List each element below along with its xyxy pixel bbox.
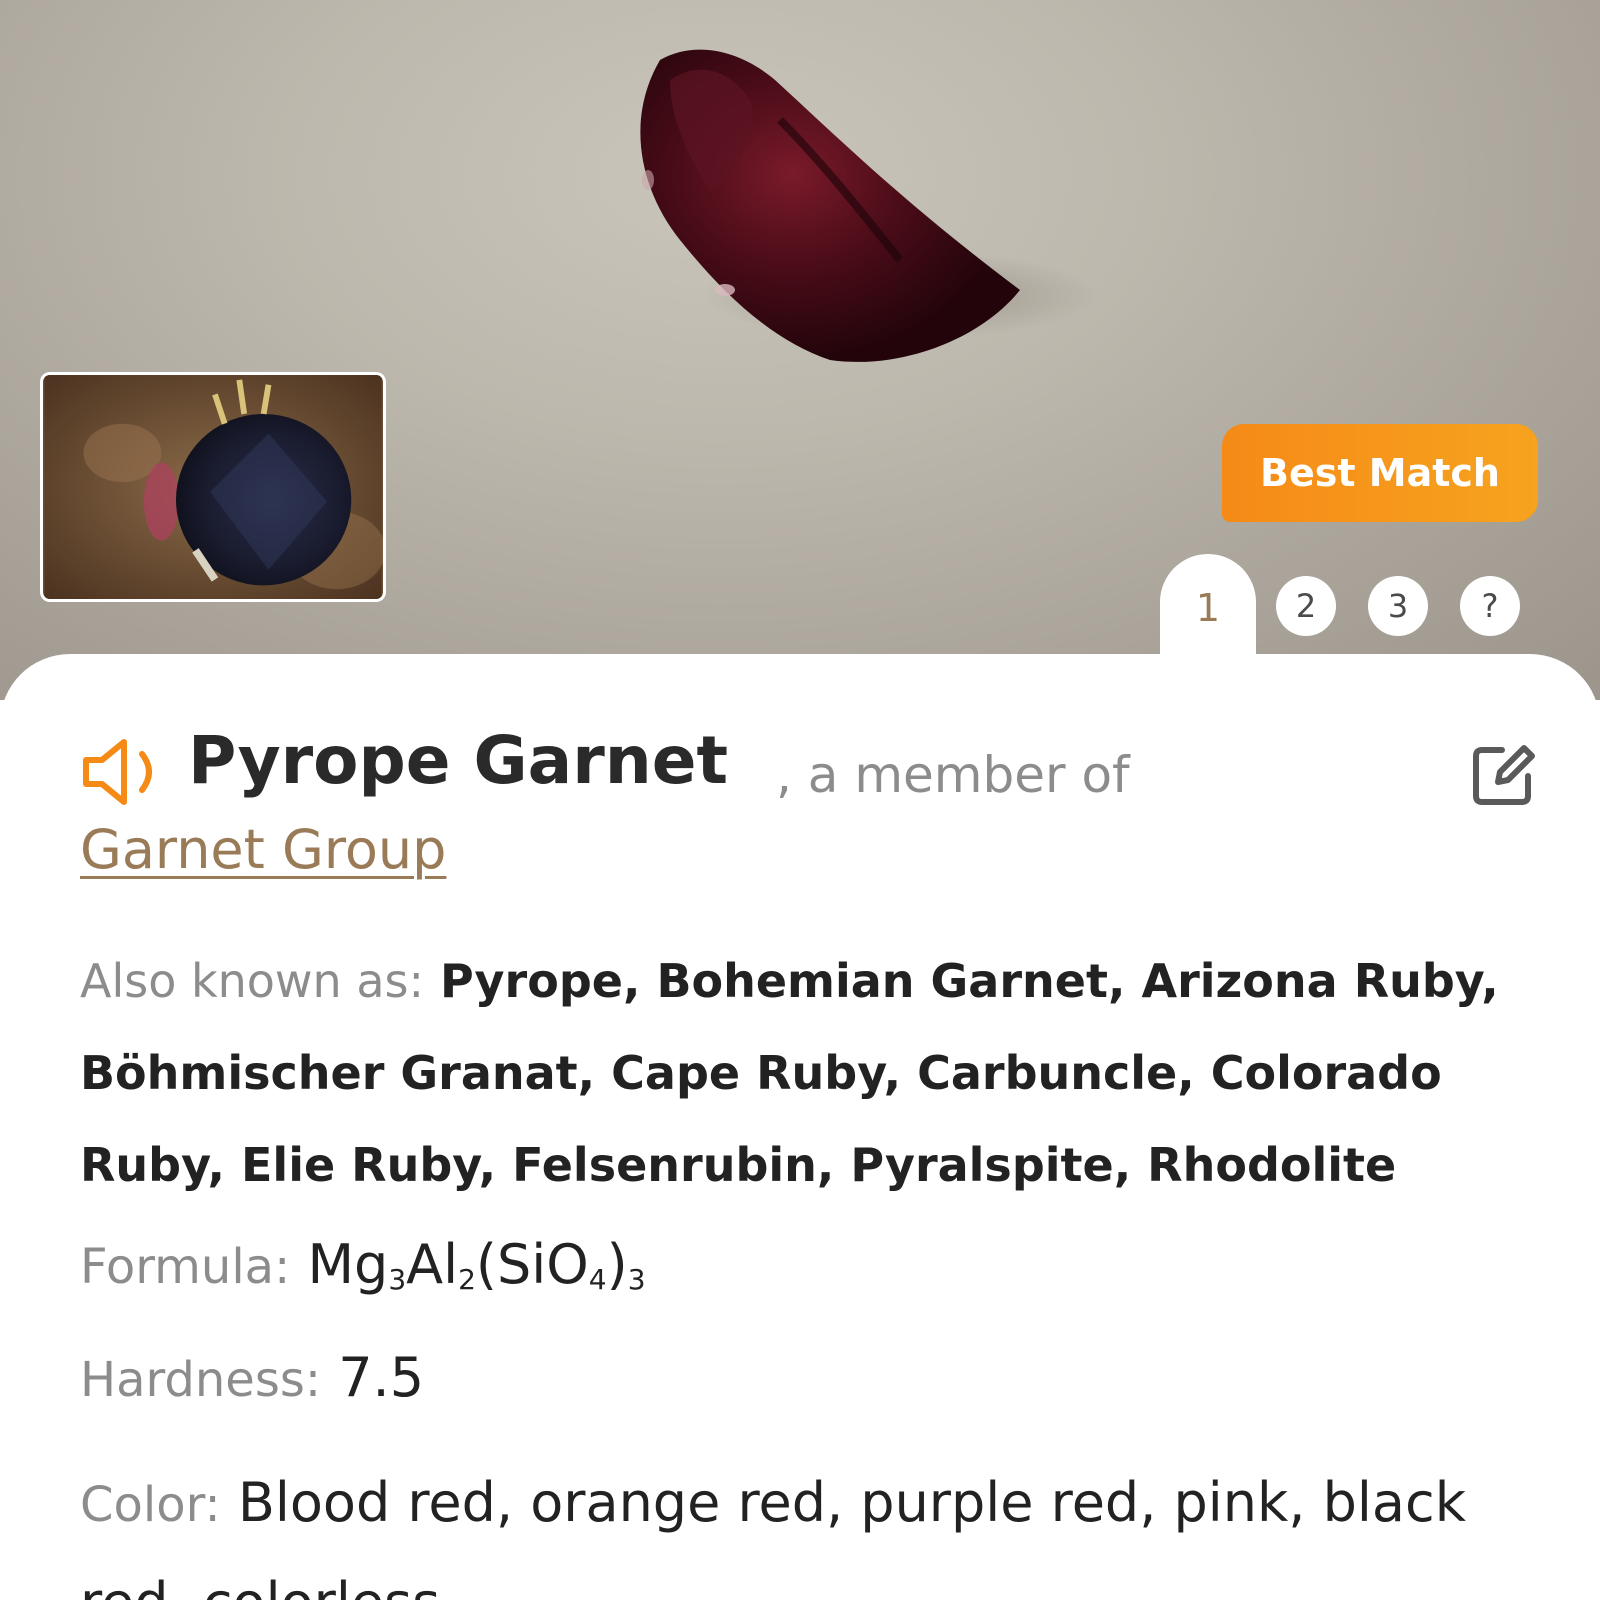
color-value: Blood red, orange red, purple red, pink,…	[80, 1471, 1466, 1600]
garnet-stone-image	[640, 49, 1020, 362]
color-row: Color: Blood red, orange red, purple red…	[80, 1454, 1550, 1600]
match-tab-unknown[interactable]: ?	[1460, 576, 1520, 636]
best-match-label: Best Match	[1260, 451, 1500, 495]
hardness-row: Hardness: 7.5	[80, 1338, 1550, 1420]
user-photo-image	[44, 375, 383, 599]
member-of-text: , a member of	[776, 746, 1130, 804]
hardness-label: Hardness:	[80, 1352, 322, 1408]
match-tab-unknown-label: ?	[1481, 587, 1499, 625]
identification-result-screen: Best Match 1 2 3 ? Pyrope Garnet , a mem…	[0, 0, 1600, 1600]
match-tab-1[interactable]: 1	[1160, 554, 1256, 674]
formula-label: Formula:	[80, 1239, 291, 1295]
mineral-name: Pyrope Garnet	[188, 722, 729, 799]
match-tab-3[interactable]: 3	[1368, 576, 1428, 636]
match-tab-1-label: 1	[1195, 586, 1221, 630]
also-known-as-row: Also known as: Pyrope, Bohemian Garnet, …	[80, 935, 1550, 1211]
match-tab-2[interactable]: 2	[1276, 576, 1336, 636]
user-photo-thumbnail[interactable]	[40, 372, 386, 602]
hardness-value: 7.5	[338, 1346, 425, 1409]
result-title-row: Pyrope Garnet , a member of	[80, 722, 1540, 822]
color-label: Color:	[80, 1477, 221, 1533]
match-tab-2-label: 2	[1295, 587, 1317, 625]
best-match-badge: Best Match	[1222, 424, 1538, 522]
edit-icon[interactable]	[1468, 740, 1538, 810]
match-tabs: 1 2 3 ?	[0, 554, 1600, 674]
speaker-icon[interactable]	[80, 732, 166, 812]
group-link[interactable]: Garnet Group	[80, 818, 446, 881]
match-tab-3-label: 3	[1387, 587, 1409, 625]
formula-row: Formula: Mg3Al2(SiO4)3	[80, 1225, 1550, 1320]
also-known-as-label: Also known as:	[80, 954, 424, 1008]
formula-value: Mg3Al2(SiO4)3	[307, 1233, 646, 1296]
